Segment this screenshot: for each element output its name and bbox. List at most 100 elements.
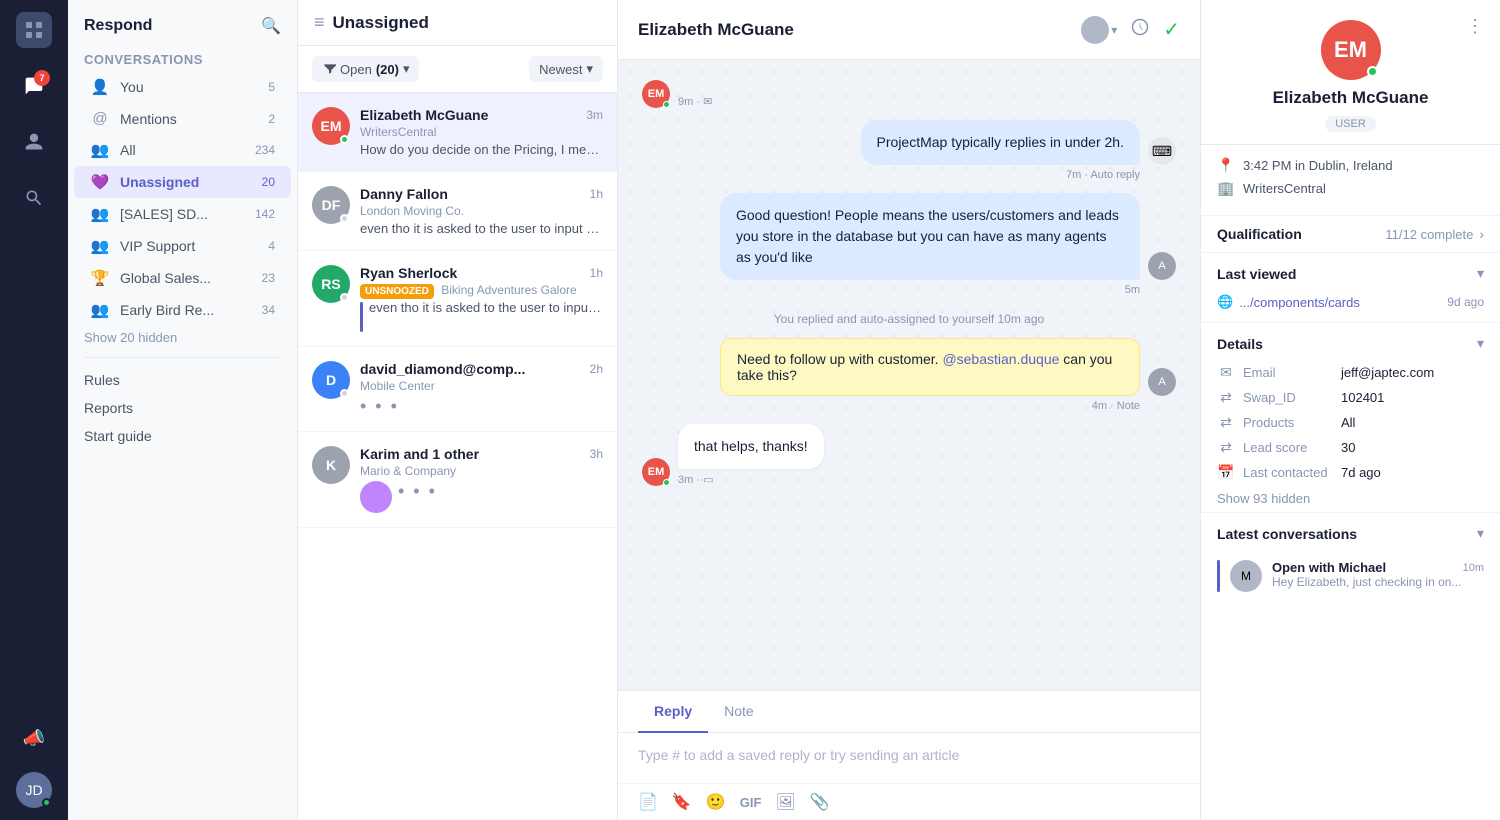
sidebar-link-rules[interactable]: Rules — [68, 366, 297, 394]
conv-time-em: 3m — [586, 108, 603, 122]
em-online-dot-last — [663, 479, 670, 486]
latest-conv-item-1[interactable]: M Open with Michael 10m Hey Elizabeth, j… — [1201, 550, 1500, 602]
rp-latest-conv-header[interactable]: Latest conversations ▾ — [1201, 513, 1500, 550]
reply-tab-reply[interactable]: Reply — [638, 691, 708, 733]
reply-tab-note[interactable]: Note — [708, 691, 770, 733]
assignee-chevron-icon[interactable]: ▾ — [1111, 23, 1117, 37]
rp-detail-label-leadscore: Lead score — [1243, 440, 1333, 455]
sidebar-item-mentions[interactable]: @ Mentions 2 — [74, 103, 291, 134]
conversation-items: EM Elizabeth McGuane 3m WritersCentral H… — [298, 93, 617, 820]
nav-user-avatar[interactable]: JD — [16, 772, 52, 808]
reply-tabs: Reply Note — [618, 691, 1200, 733]
conv-item-rs[interactable]: RS Ryan Sherlock 1h UNSNOOZED Biking Adv… — [298, 251, 617, 347]
reply-tool-attach[interactable]: 📎 — [810, 792, 830, 812]
conv-sub-df: London Moving Co. — [360, 204, 603, 218]
filter-status-label: Open — [340, 62, 372, 77]
resolve-icon[interactable]: ✓ — [1163, 17, 1180, 42]
rp-last-viewed-header[interactable]: Last viewed ▾ — [1201, 253, 1500, 290]
conv-item-em[interactable]: EM Elizabeth McGuane 3m WritersCentral H… — [298, 93, 617, 172]
sidebar-item-you[interactable]: 👤 You 5 — [74, 71, 291, 103]
latest-conv-time: 10m — [1463, 562, 1484, 574]
sidebar-search-icon[interactable]: 🔍 — [261, 16, 281, 36]
sidebar-item-count-earlybird: 34 — [262, 303, 275, 317]
reply-tool-doc[interactable]: 📄 — [638, 792, 658, 812]
msg-row-autoreply: ProjectMap typically replies in under 2h… — [861, 120, 1176, 165]
msg-bubble-note: Need to follow up with customer. @sebast… — [720, 338, 1140, 396]
sidebar-link-reports[interactable]: Reports — [68, 394, 297, 422]
rp-details-header[interactable]: Details ▾ — [1201, 323, 1500, 360]
filter-count: (20) — [376, 62, 399, 77]
rp-more-icon[interactable]: ⋮ — [1466, 16, 1484, 37]
filter-sort-button[interactable]: Newest ▾ — [529, 56, 603, 82]
msg-row-last: EM that helps, thanks! 3m · ▭ — [642, 424, 1176, 486]
reply-tool-emoji[interactable]: 🙂 — [706, 792, 726, 812]
nav-contacts[interactable] — [16, 124, 52, 160]
reply-tool-image[interactable]: 🖼 — [775, 792, 795, 812]
sidebar-item-all[interactable]: 👥 All 234 — [74, 134, 291, 166]
rp-detail-value-products: All — [1341, 415, 1355, 430]
sidebar-item-count-mentions: 2 — [268, 112, 275, 126]
conv-list-title: Unassigned — [333, 13, 601, 33]
you-icon: 👤 — [90, 78, 110, 96]
app-logo[interactable] — [16, 12, 52, 48]
sidebar-item-label-vip: VIP Support — [120, 238, 258, 254]
sidebar-item-label-mentions: Mentions — [120, 111, 258, 127]
nav-megaphone[interactable]: 📣 — [16, 720, 52, 756]
sidebar-item-label-you: You — [120, 79, 258, 95]
latest-conv-bar — [1217, 560, 1220, 592]
note-mention: @sebastian.duque — [942, 351, 1059, 367]
msg-sent-group: Good question! People means the users/cu… — [642, 193, 1176, 296]
rp-company-row: 🏢 WritersCentral — [1217, 180, 1484, 197]
rp-show-hidden-link[interactable]: Show 93 hidden — [1201, 485, 1500, 512]
msg-bubble-last: that helps, thanks! — [678, 424, 824, 469]
nav-search[interactable] — [16, 180, 52, 216]
rp-online-dot — [1367, 66, 1378, 77]
conv-avatar-initials-em: EM — [321, 118, 342, 134]
conv-body-ko: Karim and 1 other 3h Mario & Company • •… — [360, 446, 603, 513]
assignee-avatar-group[interactable]: ▾ — [1081, 16, 1117, 44]
conv-list-menu-icon[interactable]: ≡ — [314, 12, 325, 33]
chat-contact-name: Elizabeth McGuane — [638, 20, 1069, 40]
rp-qualification[interactable]: Qualification 11/12 complete › — [1201, 216, 1500, 252]
snooze-icon[interactable] — [1131, 18, 1149, 41]
conv-time-dd: 2h — [590, 362, 603, 376]
msg-system-event: You replied and auto-assigned to yoursel… — [642, 312, 1176, 326]
conv-body-dd: david_diamond@comp... 2h Mobile Center •… — [360, 361, 603, 417]
rp-qual-value: 11/12 complete — [1385, 227, 1473, 242]
rp-last-viewed-row: 🌐 .../components/cards 9d ago — [1201, 290, 1500, 314]
conv-body-df: Danny Fallon 1h London Moving Co. even t… — [360, 186, 603, 236]
nav-online-dot — [42, 798, 51, 807]
msg-meta-last: 3m · ▭ — [678, 473, 824, 486]
rp-last-viewed-time: 9d ago — [1447, 295, 1484, 309]
sidebar-divider — [84, 357, 281, 358]
conv-item-df[interactable]: DF Danny Fallon 1h London Moving Co. eve… — [298, 172, 617, 251]
reply-tool-gif[interactable]: GIF — [740, 795, 762, 810]
sidebar-item-count-vip: 4 — [268, 239, 275, 253]
filter-status-button[interactable]: Open (20) ▾ — [312, 56, 419, 82]
conv-offline-dot-rs — [340, 293, 349, 302]
conv-name-rs: Ryan Sherlock — [360, 265, 457, 281]
msg-bubble-sent: Good question! People means the users/cu… — [720, 193, 1140, 280]
sidebar-item-earlybird[interactable]: 👥 Early Bird Re... 34 — [74, 294, 291, 326]
conv-online-dot-em — [340, 135, 349, 144]
assignee-avatar — [1081, 16, 1109, 44]
conv-time-rs: 1h — [590, 266, 603, 280]
location-icon: 📍 — [1217, 157, 1235, 174]
sidebar-item-unassigned[interactable]: 💜 Unassigned 20 — [74, 166, 291, 198]
sidebar-item-vip[interactable]: 👥 VIP Support 4 — [74, 230, 291, 262]
nav-conversations[interactable]: 7 — [16, 68, 52, 104]
reply-tool-bookmark[interactable]: 🔖 — [672, 792, 692, 812]
conv-item-ko[interactable]: K Karim and 1 other 3h Mario & Company •… — [298, 432, 617, 528]
sidebar-item-global[interactable]: 🏆 Global Sales... 23 — [74, 262, 291, 294]
left-navigation: 7 📣 JD — [0, 0, 68, 820]
latest-conv-top: Open with Michael 10m — [1272, 560, 1484, 575]
sidebar-item-sales[interactable]: 👥 [SALES] SD... 142 — [74, 198, 291, 230]
sidebar-item-label-sales: [SALES] SD... — [120, 206, 245, 222]
sidebar-link-startguide[interactable]: Start guide — [68, 422, 297, 450]
reply-input-area[interactable]: Type # to add a saved reply or try sendi… — [618, 733, 1200, 783]
conv-offline-dot-dd — [340, 389, 349, 398]
conv-item-dd[interactable]: D david_diamond@comp... 2h Mobile Center… — [298, 347, 617, 432]
chat-header: Elizabeth McGuane ▾ ✓ — [618, 0, 1200, 60]
show-hidden-link[interactable]: Show 20 hidden — [68, 326, 297, 349]
rp-detail-value-lastcontacted: 7d ago — [1341, 465, 1381, 480]
